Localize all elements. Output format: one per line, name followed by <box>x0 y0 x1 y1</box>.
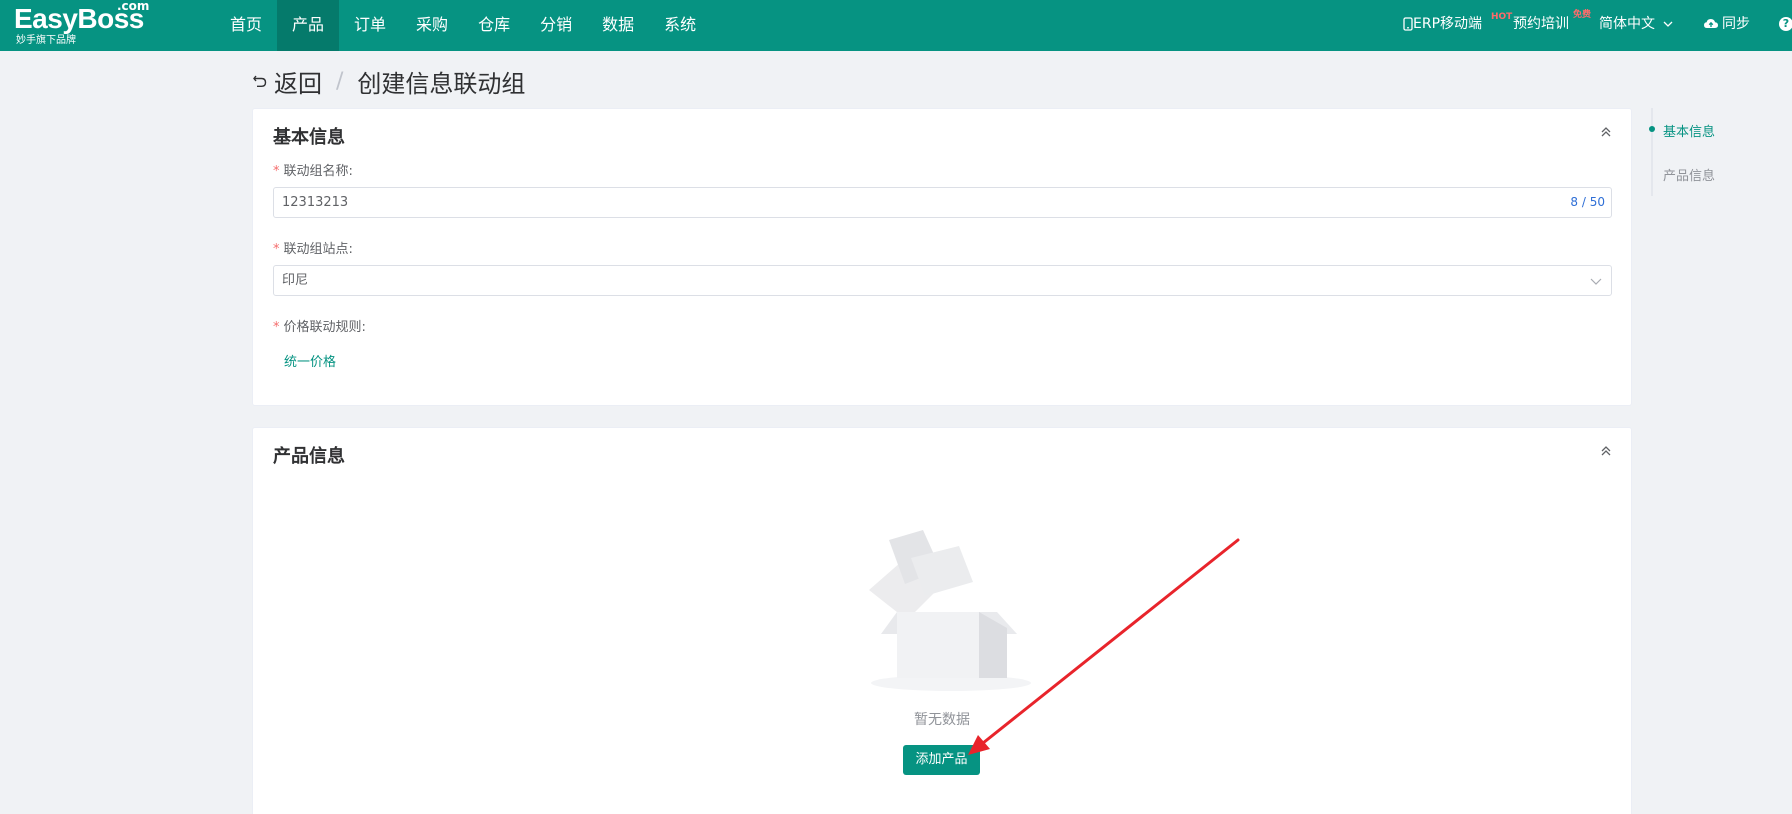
product-info-title: 产品信息 <box>273 446 345 467</box>
back-button[interactable]: 返回 <box>252 64 322 99</box>
site-select[interactable]: 印尼 <box>273 265 1612 296</box>
mobile-phone-icon <box>1403 17 1413 31</box>
brand-suffix: .com <box>117 0 150 13</box>
breadcrumb-separator: / <box>336 68 344 94</box>
nav-item-purchase[interactable]: 采购 <box>401 0 463 51</box>
help-icon: ? <box>1779 17 1792 31</box>
training-link[interactable]: 预约培训 免费 <box>1513 0 1591 51</box>
nav-item-home[interactable]: 首页 <box>215 0 277 51</box>
training-label: 预约培训 <box>1513 16 1569 32</box>
nav-item-warehouse[interactable]: 仓库 <box>463 0 525 51</box>
sync-button[interactable]: 同步 <box>1703 0 1750 51</box>
anchor-item-basic-info[interactable]: 基本信息 <box>1663 121 1715 140</box>
chevron-down-icon <box>1590 278 1602 285</box>
site-select-value: 印尼 <box>282 273 309 288</box>
site-field-label-text: 联动组站点: <box>283 242 353 257</box>
header-right: ERP移动端 HOT 预约培训 免费 简体中文 同步 ? <box>1395 0 1792 51</box>
group-name-input[interactable]: 12313213 8 / 50 <box>273 187 1612 218</box>
anchor-track <box>1651 108 1653 196</box>
free-badge: 免费 <box>1573 10 1592 20</box>
group-name-value: 12313213 <box>282 195 349 210</box>
section-anchor-nav: 基本信息 产品信息 <box>1649 108 1770 196</box>
sync-label: 同步 <box>1722 16 1750 32</box>
main-nav: 首页 产品 订单 采购 仓库 分销 数据 系统 <box>215 0 711 51</box>
empty-state-text: 暂无数据 <box>914 712 970 728</box>
name-field-label: * 联动组名称: <box>273 160 353 179</box>
product-info-card: 产品信息 暂无数据 添加产品 <box>252 427 1632 814</box>
back-label: 返回 <box>274 69 322 98</box>
help-button[interactable]: ? <box>1779 0 1792 51</box>
hot-badge: HOT <box>1491 12 1513 22</box>
char-counter: 8 / 50 <box>1570 195 1605 209</box>
required-mark: * <box>273 242 280 257</box>
cloud-upload-icon <box>1704 19 1718 28</box>
rule-field-label-text: 价格联动规则: <box>283 320 366 335</box>
required-mark: * <box>273 320 280 335</box>
top-navbar: EasyBoss .com 妙手旗下品牌 首页 产品 订单 采购 仓库 分销 数… <box>0 0 1792 51</box>
nav-item-data[interactable]: 数据 <box>587 0 649 51</box>
language-dropdown[interactable]: 简体中文 <box>1599 0 1674 51</box>
nav-item-system[interactable]: 系统 <box>649 0 711 51</box>
erp-mobile-link[interactable]: ERP移动端 HOT <box>1403 0 1512 51</box>
chevron-down-icon <box>1663 21 1673 27</box>
undo-icon <box>253 75 267 87</box>
page-header: 返回 / 创建信息联动组 <box>252 64 525 98</box>
site-field-label: * 联动组站点: <box>273 238 353 257</box>
required-mark: * <box>273 164 280 179</box>
basic-info-card: 基本信息 * 联动组名称: 12313213 8 / 50 * 联动组站点: 印尼 … <box>252 108 1632 406</box>
basic-info-title: 基本信息 <box>273 127 345 148</box>
rule-field-label: * 价格联动规则: <box>273 316 366 335</box>
brand-tagline: 妙手旗下品牌 <box>16 35 76 46</box>
brand-logo[interactable]: EasyBoss .com 妙手旗下品牌 <box>14 0 154 51</box>
red-annotation-arrow <box>968 538 1240 755</box>
page-title: 创建信息联动组 <box>357 69 526 98</box>
anchor-item-product-info[interactable]: 产品信息 <box>1663 165 1715 184</box>
collapse-up-icon[interactable] <box>1599 125 1613 139</box>
nav-item-distribution[interactable]: 分销 <box>525 0 587 51</box>
anchor-active-dot <box>1649 126 1655 132</box>
nav-item-products[interactable]: 产品 <box>277 0 340 51</box>
collapse-up-icon[interactable] <box>1599 444 1613 458</box>
name-field-label-text: 联动组名称: <box>283 164 353 179</box>
nav-item-orders[interactable]: 订单 <box>339 0 401 51</box>
language-label: 简体中文 <box>1599 16 1655 32</box>
erp-mobile-label: ERP移动端 <box>1413 16 1483 32</box>
price-rule-option[interactable]: 统一价格 <box>284 351 336 370</box>
